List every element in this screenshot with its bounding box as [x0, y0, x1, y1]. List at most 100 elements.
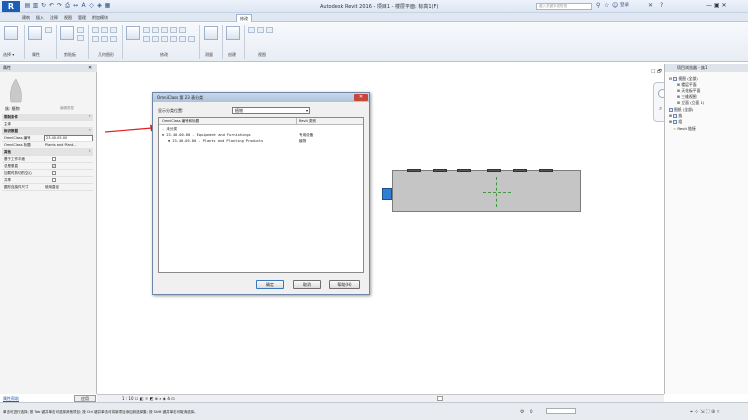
- split-face-button[interactable]: [101, 36, 108, 42]
- tab-insert[interactable]: 插入: [36, 14, 44, 22]
- tree-node-floor-plans[interactable]: ⊞ 楼层平面: [677, 82, 697, 87]
- horizontal-scroll-handle[interactable]: [437, 396, 443, 401]
- measure-button[interactable]: [204, 26, 218, 40]
- redo-icon[interactable]: ↷: [56, 2, 63, 10]
- trim-button[interactable]: [143, 36, 150, 42]
- join-button[interactable]: [110, 27, 117, 33]
- selection-filter-icons[interactable]: ⌖ ⊹ ⇲ ⛶ ⊕ ▿: [690, 409, 719, 415]
- copy-element-button[interactable]: [170, 27, 177, 33]
- cancel-button[interactable]: 取消: [293, 280, 321, 289]
- type-properties-button[interactable]: [45, 27, 52, 33]
- tree-node-elevations[interactable]: ⊞ 立面 (立面 1): [677, 100, 704, 105]
- collapse-icon[interactable]: ⌃: [88, 128, 91, 134]
- cut-button[interactable]: [77, 27, 84, 33]
- move-button[interactable]: [161, 27, 168, 33]
- split-button[interactable]: [152, 36, 159, 42]
- close-icon[interactable]: ✕: [88, 64, 92, 72]
- rotate-button[interactable]: [179, 27, 186, 33]
- column-header-number[interactable]: OmniClass 编号和标题: [162, 118, 199, 125]
- help-button[interactable]: 帮助(H): [329, 280, 360, 289]
- type-preview-image: [10, 78, 22, 103]
- override-graphics-button[interactable]: [257, 27, 264, 33]
- paint-button[interactable]: [110, 36, 117, 42]
- tab-annotate[interactable]: 注释: [50, 14, 58, 22]
- edit-type-button[interactable]: 编辑类型: [60, 106, 74, 111]
- section-icon[interactable]: ◈: [96, 2, 103, 10]
- tree-node-sheets[interactable]: 图纸 (全部): [669, 107, 693, 112]
- tab-view[interactable]: 视图: [64, 14, 72, 22]
- close-views-icon[interactable]: ▦: [104, 2, 111, 10]
- text-icon[interactable]: A: [80, 2, 87, 10]
- help-icon[interactable]: ?: [660, 2, 663, 10]
- mirror-button[interactable]: [152, 27, 159, 33]
- connector-element[interactable]: [382, 188, 392, 200]
- save-icon[interactable]: ▥: [32, 2, 39, 10]
- checkbox[interactable]: [52, 157, 56, 161]
- array-button[interactable]: [161, 36, 168, 42]
- apply-button[interactable]: 应用: [74, 395, 96, 402]
- group-constraints[interactable]: 限制条件 ⌃: [2, 114, 93, 121]
- checkbox[interactable]: [52, 178, 56, 182]
- column-header-category[interactable]: Revit 类别: [299, 118, 316, 125]
- tab-modify[interactable]: 修改: [236, 14, 252, 22]
- tab-addins[interactable]: 附加模块: [92, 14, 108, 22]
- delete-button[interactable]: [179, 36, 186, 42]
- group-identity-data[interactable]: 标识数据 ⌃: [2, 128, 93, 135]
- filter-dropdown[interactable]: 植物 ▾: [232, 107, 310, 114]
- worksets-icon[interactable]: ⚙: [520, 409, 524, 415]
- view-controls[interactable]: 1 : 10 ☐ ◧ ☼ ◩ ⊕ ⌕ ◈ ♁ ⊡: [122, 396, 175, 401]
- zoom-icon[interactable]: ⌕: [659, 105, 662, 113]
- exchange-icon[interactable]: ✕: [648, 2, 653, 10]
- select-dropdown[interactable]: 选择 ▾: [3, 52, 14, 58]
- tree-row[interactable]: ⊞ 23.40.05.00 - Plants and Planting Prod…: [159, 138, 363, 144]
- tree-node-views[interactable]: ⊟ 视图 (全部): [669, 76, 698, 81]
- application-menu-button[interactable]: R: [2, 1, 20, 12]
- offset-button[interactable]: [143, 27, 150, 33]
- collapse-icon[interactable]: ⌃: [88, 114, 91, 120]
- tab-manage[interactable]: 管理: [78, 14, 86, 22]
- paste-button[interactable]: [60, 26, 74, 40]
- cope-button[interactable]: [92, 27, 99, 33]
- window-controls[interactable]: — ▣ ✕: [706, 2, 727, 9]
- align-button[interactable]: [126, 26, 140, 40]
- classification-tree[interactable]: OmniClass 编号和标题 Revit 类别 - 未分类 ⊟ 23.40.0…: [158, 117, 364, 273]
- family-element[interactable]: [392, 169, 581, 212]
- linework-button[interactable]: [266, 27, 273, 33]
- design-option-dropdown[interactable]: [546, 408, 576, 414]
- tree-node-groups[interactable]: ⊞ 组: [669, 119, 682, 124]
- tree-node-revit-links[interactable]: ∞ Revit 链接: [673, 126, 696, 131]
- wall-joins-button[interactable]: [92, 36, 99, 42]
- user-icon[interactable]: ☺: [612, 2, 618, 10]
- scale-button[interactable]: [170, 36, 177, 42]
- print-icon[interactable]: ⎙: [64, 2, 71, 10]
- star-icon[interactable]: ☆: [604, 2, 609, 10]
- tree-node-ceiling-plans[interactable]: ⊞ 天花板平面: [677, 88, 700, 93]
- undo-icon[interactable]: ↶: [48, 2, 55, 10]
- title-bar: R ▤ ▥ ↻ ↶ ↷ ⎙ ↔ A ◇ ◈ ▦ Autodesk Revit 2…: [0, 0, 748, 13]
- cut-geometry-button[interactable]: [101, 27, 108, 33]
- tree-node-3d-views[interactable]: ⊞ 三维视图: [677, 94, 697, 99]
- dialog-close-button[interactable]: ✕: [354, 94, 368, 101]
- collapse-icon[interactable]: ⌃: [88, 149, 91, 155]
- measure-icon[interactable]: ↔: [72, 2, 79, 10]
- create-group-button[interactable]: [226, 26, 240, 40]
- search-input[interactable]: 键入关键字或短语: [536, 3, 592, 10]
- checkbox[interactable]: ✓: [52, 164, 56, 168]
- hide-in-view-button[interactable]: [248, 27, 255, 33]
- signin-link[interactable]: 登录: [620, 2, 629, 10]
- binoculars-icon[interactable]: ⚲: [596, 2, 600, 10]
- omniclass-number-field[interactable]: 23.40.05.00: [44, 135, 93, 141]
- copy-button[interactable]: [77, 35, 84, 41]
- ok-button[interactable]: 确定: [256, 280, 284, 289]
- properties-button[interactable]: [28, 26, 42, 40]
- type-selector[interactable]: 族: 植物: [5, 106, 20, 112]
- tab-architecture[interactable]: 建筑: [22, 14, 30, 22]
- modify-select-button[interactable]: [4, 26, 18, 40]
- tree-node-families[interactable]: ⊞ 族: [669, 113, 682, 118]
- group-other[interactable]: 其他 ⌃: [2, 149, 93, 156]
- 3d-view-icon[interactable]: ◇: [88, 2, 95, 10]
- sync-icon[interactable]: ↻: [40, 2, 47, 10]
- checkbox[interactable]: [52, 171, 56, 175]
- pin-button[interactable]: [188, 36, 195, 42]
- open-icon[interactable]: ▤: [24, 2, 31, 10]
